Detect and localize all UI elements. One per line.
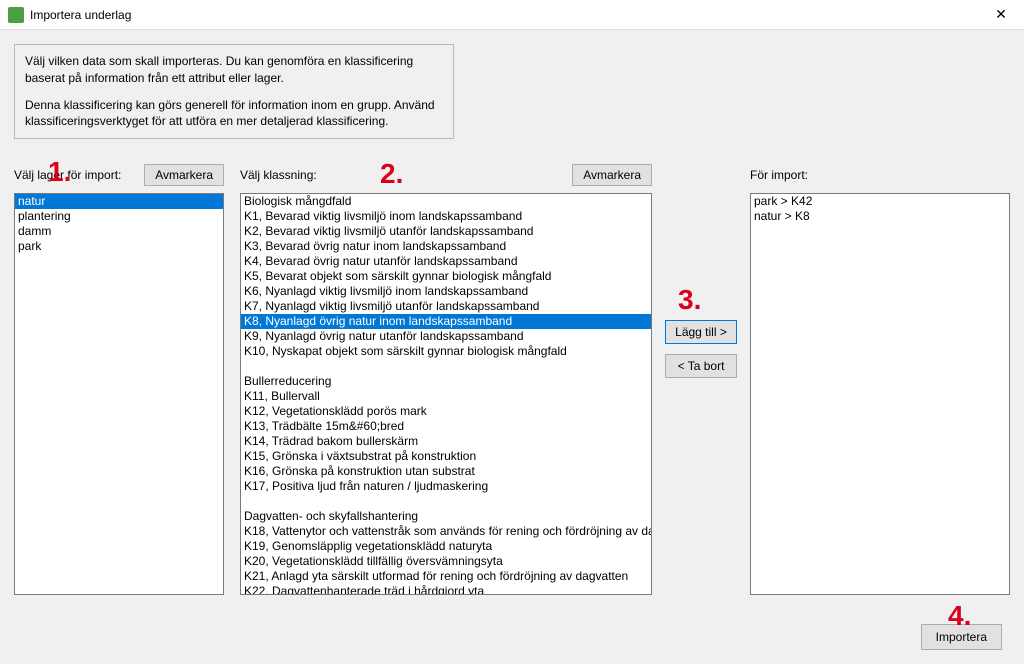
titlebar: Importera underlag ✕ — [0, 0, 1024, 30]
classification-item[interactable]: K19, Genomsläpplig vegetationsklädd natu… — [241, 539, 651, 554]
classification-item[interactable]: K6, Nyanlagd viktig livsmiljö inom lands… — [241, 284, 651, 299]
info-text-2: Denna klassificering kan görs generell f… — [25, 97, 443, 131]
remove-button[interactable]: < Ta bort — [665, 354, 737, 378]
for-import-label: För import: — [750, 168, 808, 182]
layers-listbox[interactable]: naturplanteringdammpark — [14, 193, 224, 595]
close-icon: ✕ — [995, 6, 1007, 23]
classification-group-header: Biologisk mångdfald — [241, 194, 651, 209]
classification-item[interactable]: K1, Bevarad viktig livsmiljö inom landsk… — [241, 209, 651, 224]
for-import-item[interactable]: natur > K8 — [751, 209, 1009, 224]
window-title: Importera underlag — [30, 8, 978, 22]
classification-item[interactable]: K2, Bevarad viktig livsmiljö utanför lan… — [241, 224, 651, 239]
classification-column: Välj klassning: Avmarkera Biologisk mång… — [240, 163, 652, 595]
classification-group-header: Bullerreducering — [241, 374, 651, 389]
classification-item[interactable]: K20, Vegetationsklädd tillfällig översvä… — [241, 554, 651, 569]
layers-item[interactable]: natur — [15, 194, 223, 209]
layers-item[interactable]: park — [15, 239, 223, 254]
layers-label: Välj lager för import: — [14, 168, 121, 182]
classification-item[interactable]: K10, Nyskapat objekt som särskilt gynnar… — [241, 344, 651, 359]
add-button[interactable]: Lägg till > — [665, 320, 737, 344]
classification-item[interactable]: K5, Bevarat objekt som särskilt gynnar b… — [241, 269, 651, 284]
classification-deselect-button[interactable]: Avmarkera — [572, 164, 652, 186]
app-icon — [8, 7, 24, 23]
layers-header: Välj lager för import: Avmarkera — [14, 163, 224, 187]
for-import-column: För import: park > K42natur > K8 — [750, 163, 1010, 595]
classification-item[interactable]: K22, Dagvattenhanterade träd i hårdgjord… — [241, 584, 651, 595]
classification-listbox[interactable]: Biologisk mångdfaldK1, Bevarad viktig li… — [240, 193, 652, 595]
classification-item[interactable]: K9, Nyanlagd övrig natur utanför landska… — [241, 329, 651, 344]
classification-item[interactable]: K7, Nyanlagd viktig livsmiljö utanför la… — [241, 299, 651, 314]
for-import-header: För import: — [750, 163, 1010, 187]
for-import-item[interactable]: park > K42 — [751, 194, 1009, 209]
dialog-window: Importera underlag ✕ Välj vilken data so… — [0, 0, 1024, 664]
classification-item[interactable]: K14, Trädrad bakom bullerskärm — [241, 434, 651, 449]
classification-item[interactable]: K12, Vegetationsklädd porös mark — [241, 404, 651, 419]
classification-label: Välj klassning: — [240, 168, 317, 182]
layers-item[interactable]: damm — [15, 224, 223, 239]
layers-column: Välj lager för import: Avmarkera naturpl… — [14, 163, 224, 595]
for-import-listbox[interactable]: park > K42natur > K8 — [750, 193, 1010, 595]
classification-item[interactable]: K16, Grönska på konstruktion utan substr… — [241, 464, 651, 479]
classification-item[interactable]: K11, Bullervall — [241, 389, 651, 404]
close-button[interactable]: ✕ — [978, 0, 1024, 30]
classification-item[interactable]: K13, Trädbälte 15m&#60;bred — [241, 419, 651, 434]
classification-item[interactable]: K21, Anlagd yta särskilt utformad för re… — [241, 569, 651, 584]
layers-deselect-button[interactable]: Avmarkera — [144, 164, 224, 186]
info-text-1: Välj vilken data som skall importeras. D… — [25, 53, 443, 87]
layers-item[interactable]: plantering — [15, 209, 223, 224]
classification-header: Välj klassning: Avmarkera — [240, 163, 652, 187]
classification-group-header: Dagvatten- och skyfallshantering — [241, 509, 651, 524]
dialog-content: Välj vilken data som skall importeras. D… — [0, 30, 1024, 664]
footer: Importera — [921, 624, 1002, 650]
classification-item[interactable]: K18, Vattenytor och vattenstråk som anvä… — [241, 524, 651, 539]
classification-item[interactable]: K17, Positiva ljud från naturen / ljudma… — [241, 479, 651, 494]
import-button[interactable]: Importera — [921, 624, 1002, 650]
classification-item[interactable]: K15, Grönska i växtsubstrat på konstrukt… — [241, 449, 651, 464]
classification-item[interactable]: K4, Bevarad övrig natur utanför landskap… — [241, 254, 651, 269]
classification-item[interactable]: K3, Bevarad övrig natur inom landskapssa… — [241, 239, 651, 254]
classification-item[interactable]: K8, Nyanlagd övrig natur inom landskapss… — [241, 314, 651, 329]
transfer-column: Lägg till > < Ta bort — [662, 163, 740, 378]
columns: Välj lager för import: Avmarkera naturpl… — [14, 163, 1010, 595]
info-box: Välj vilken data som skall importeras. D… — [14, 44, 454, 139]
